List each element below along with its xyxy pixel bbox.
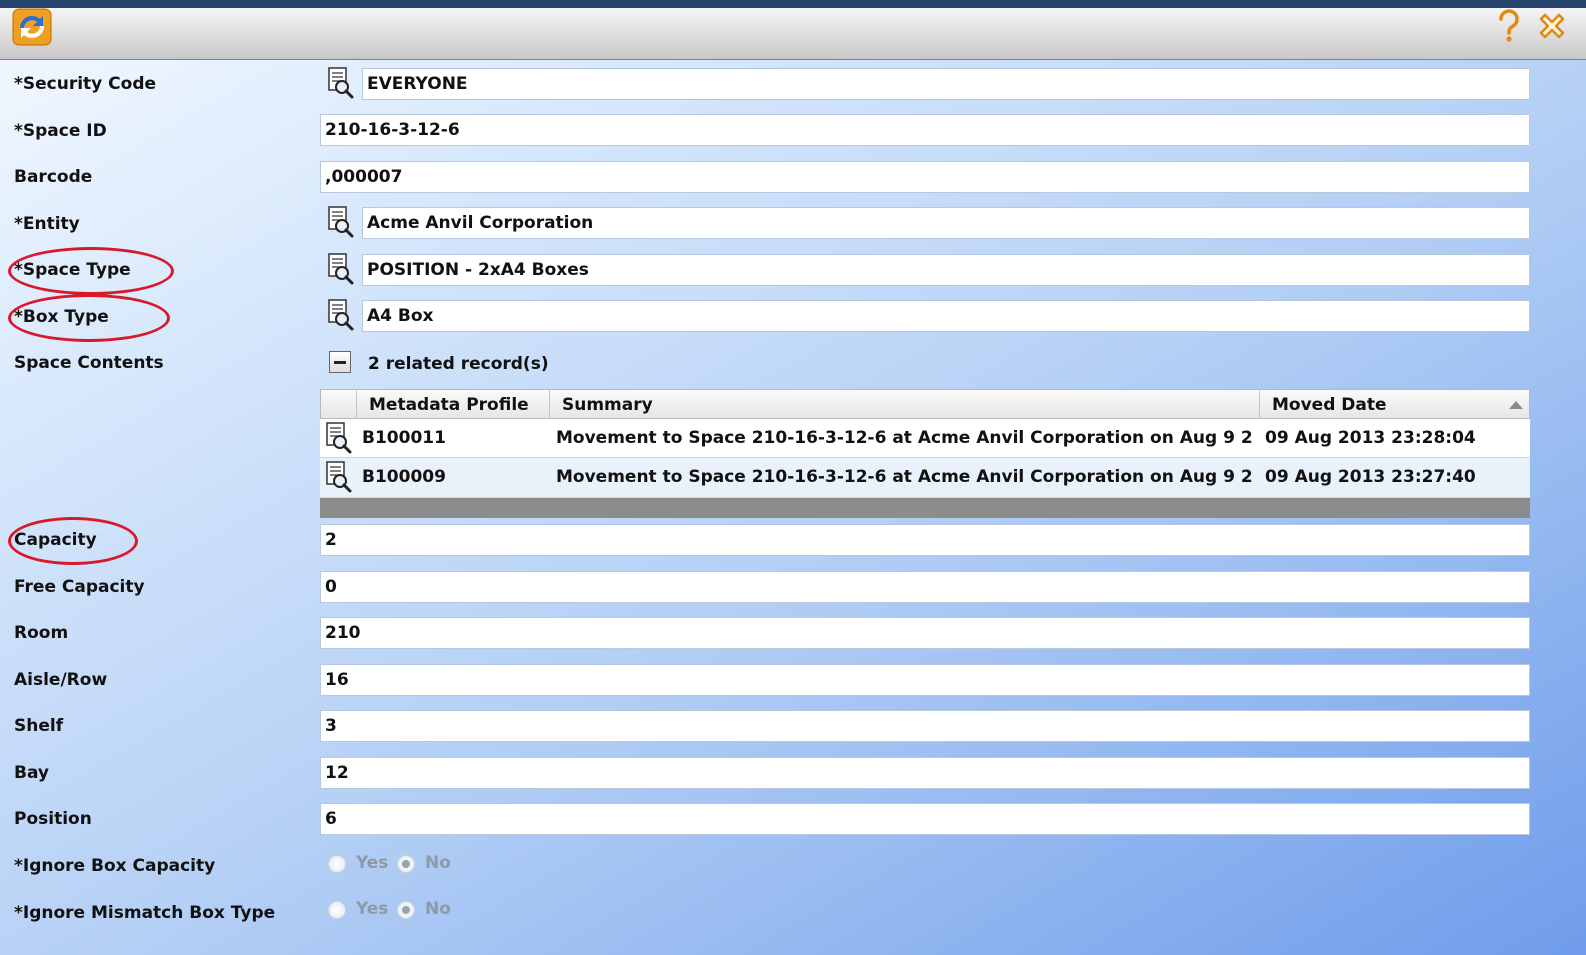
shelf-label: Shelf — [14, 716, 64, 736]
security-code-field[interactable]: EVERYONE — [362, 68, 1530, 100]
entity-label: *Entity — [14, 214, 80, 234]
position-label: Position — [14, 809, 92, 829]
ignore-mismatch-box-type-label: *Ignore Mismatch Box Type — [14, 903, 276, 923]
ignore-box-capacity-yes-radio[interactable] — [328, 855, 346, 873]
space-type-field[interactable]: POSITION - 2xA4 Boxes — [362, 254, 1530, 286]
lookup-icon[interactable] — [326, 299, 356, 331]
capacity-field[interactable]: 2 — [320, 524, 1530, 556]
barcode-field[interactable]: ,000007 — [320, 161, 1530, 193]
lookup-icon[interactable] — [326, 253, 356, 285]
box-type-label: *Box Type — [14, 307, 109, 327]
row-metadata-profile: B100009 — [362, 467, 446, 487]
capacity-label: Capacity — [14, 530, 97, 550]
table-row[interactable]: B100011 Movement to Space 210-16-3-12-6 … — [320, 419, 1530, 458]
open-record-icon[interactable] — [324, 422, 354, 454]
free-capacity-field[interactable]: 0 — [320, 571, 1530, 603]
position-field[interactable]: 6 — [320, 803, 1530, 835]
security-code-label: *Security Code — [14, 74, 157, 94]
ignore-box-capacity-label: *Ignore Box Capacity — [14, 856, 216, 876]
ignore-box-capacity-no-label: No — [425, 853, 451, 873]
close-x-icon[interactable] — [1536, 10, 1568, 42]
aisle-row-label: Aisle/Row — [14, 670, 108, 690]
entity-field[interactable]: Acme Anvil Corporation — [362, 207, 1530, 239]
bay-label: Bay — [14, 763, 49, 783]
room-field[interactable]: 210 — [320, 617, 1530, 649]
aisle-row-field[interactable]: 16 — [320, 664, 1530, 696]
sort-ascending-icon[interactable] — [1509, 401, 1523, 409]
ignore-mismatch-yes-radio[interactable] — [328, 901, 346, 919]
space-contents-label: Space Contents — [14, 353, 164, 373]
grid-footer-bar — [320, 498, 1530, 518]
related-records-count: 2 related record(s) — [368, 354, 549, 374]
column-header-moved-date[interactable]: Moved Date — [1272, 390, 1387, 420]
ignore-box-capacity-no-radio[interactable] — [397, 855, 415, 873]
box-type-field[interactable]: A4 Box — [362, 300, 1530, 332]
column-header-metadata-profile[interactable]: Metadata Profile — [369, 390, 529, 420]
collapse-toggle-icon[interactable] — [329, 351, 351, 373]
row-summary: Movement to Space 210-16-3-12-6 at Acme … — [556, 467, 1253, 487]
table-row[interactable]: B100009 Movement to Space 210-16-3-12-6 … — [320, 458, 1530, 498]
bay-field[interactable]: 12 — [320, 757, 1530, 789]
space-contents-grid: Metadata Profile Summary Moved Date B100… — [320, 389, 1530, 519]
lookup-icon[interactable] — [326, 67, 356, 99]
column-header-summary[interactable]: Summary — [562, 390, 653, 420]
question-mark-icon[interactable] — [1494, 8, 1524, 44]
space-type-label: *Space Type — [14, 260, 131, 280]
free-capacity-label: Free Capacity — [14, 577, 145, 597]
lookup-icon[interactable] — [326, 206, 356, 238]
row-moved-date: 09 Aug 2013 23:27:40 — [1265, 467, 1476, 487]
window-titlebar — [0, 0, 1586, 60]
grid-header: Metadata Profile Summary Moved Date — [320, 389, 1530, 419]
barcode-label: Barcode — [14, 167, 93, 187]
open-record-icon[interactable] — [324, 461, 354, 493]
ignore-box-capacity-yes-label: Yes — [356, 853, 389, 873]
space-id-field[interactable]: 210-16-3-12-6 — [320, 114, 1530, 146]
row-summary: Movement to Space 210-16-3-12-6 at Acme … — [556, 428, 1253, 448]
room-label: Room — [14, 623, 69, 643]
row-metadata-profile: B100011 — [362, 428, 446, 448]
row-moved-date: 09 Aug 2013 23:28:04 — [1265, 428, 1476, 448]
space-id-label: *Space ID — [14, 121, 107, 141]
shelf-field[interactable]: 3 — [320, 710, 1530, 742]
ignore-mismatch-no-label: No — [425, 899, 451, 919]
ignore-mismatch-yes-label: Yes — [356, 899, 389, 919]
refresh-app-icon — [12, 8, 52, 46]
ignore-mismatch-no-radio[interactable] — [397, 901, 415, 919]
